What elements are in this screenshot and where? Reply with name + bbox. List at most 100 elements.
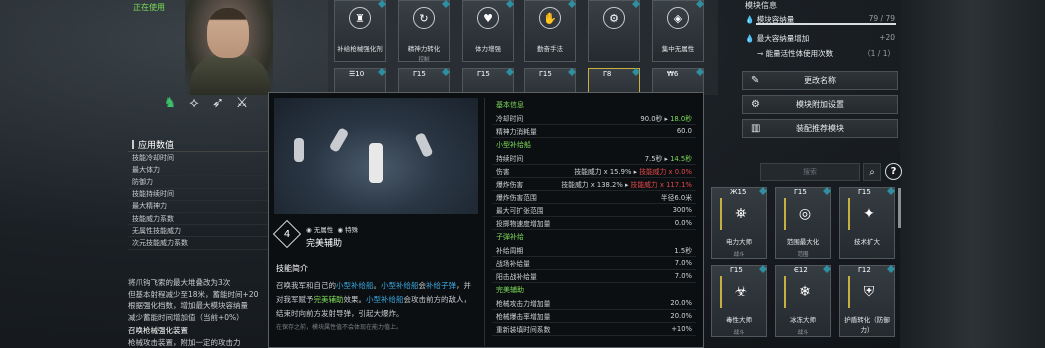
module-slot[interactable]: ⚙ [588, 0, 640, 62]
badge-icon-3[interactable]: ➶ [208, 93, 228, 113]
module-icon: ⚙ [603, 7, 625, 29]
scrollbar[interactable] [898, 188, 901, 228]
row-value: 技能威力 x 15.9% ▸ 技能威力 x 0.0% [574, 168, 692, 176]
module-tag: Γ8 [603, 70, 612, 78]
frost-icon: ❄ [784, 276, 824, 308]
module-label: 电力大师 [726, 238, 752, 246]
row-value: 7.5秒 ▸ 14.5秒 [644, 155, 692, 163]
row-label: 伤害 [496, 168, 510, 176]
inventory-module[interactable]: Є12 ❄ 冰冻大师 战斗 [775, 265, 831, 337]
skill-section-title: 技能简介 [276, 264, 308, 273]
row-value: 7.0% [674, 259, 692, 267]
row-label: 枪械爆击率增加量 [496, 313, 551, 321]
search-icon[interactable]: ⌕ [863, 163, 881, 181]
character-face [207, 8, 249, 58]
row-value: 0.0% [674, 219, 692, 227]
energy-row: ⊸ 能量活性体使用次数 （1 / 1） [745, 48, 895, 59]
help-icon[interactable]: ? [885, 163, 902, 180]
module-label: 补给枪械强化剂 [337, 45, 383, 53]
diamond-icon [506, 68, 514, 76]
diamond-icon [759, 265, 767, 273]
module-tag: Ж15 [730, 188, 747, 196]
diamond-icon [632, 68, 640, 76]
module-info-title: 模块信息 [745, 1, 777, 10]
rename-button[interactable]: ✎ 更改名称 [742, 71, 898, 90]
stat-row: 技能威力系数 [128, 213, 268, 226]
diamond-icon [887, 187, 895, 195]
attr-icon: ◉ [337, 226, 346, 234]
bars-icon: ▥ [751, 123, 761, 134]
stat-row: 最大体力 [128, 164, 268, 177]
diamond-icon [632, 0, 640, 8]
module-slot[interactable]: ◈ 集中无属性 [652, 0, 704, 62]
module-slot[interactable]: ♥ 体力增强 [462, 0, 514, 62]
table-section: 子弹补给 [496, 233, 524, 241]
module-label: 范围最大化 [786, 238, 820, 246]
diamond-icon [823, 187, 831, 195]
note-line: 枪械攻击装置，附加一定的攻击力 [128, 337, 241, 347]
increase-row: 💧 最大容纳量增加 +20 [745, 33, 895, 44]
recommend-modules-button[interactable]: ▥ 装配推荐模块 [742, 119, 898, 138]
module-tag: Γ12 [858, 266, 871, 274]
energy-icon: ⊸ 能量活性体使用次数 [757, 49, 834, 58]
row-label: 爆炸伤害范围 [496, 194, 537, 202]
tooltip-divider [484, 98, 485, 346]
inventory-module[interactable]: Γ15 ✦ 技术扩大 [839, 187, 895, 259]
module-tag: Γ15 [539, 70, 552, 78]
capacity-bar [756, 23, 896, 25]
inventory-module[interactable]: Γ15 ☣ 毒性大师 战斗 [711, 265, 767, 337]
table-row: 补给周期 1.5秒 [492, 244, 696, 257]
skill-attributes: ◉ 无属性 ◉ 特殊 [306, 224, 358, 234]
preview-figure [369, 143, 383, 183]
stats-panel: 应用数值 技能冷却时间 最大体力 防御力 技能持续时间 最大精神力 技能威力系数… [128, 138, 268, 250]
range-icon: ◎ [784, 198, 824, 230]
diamond-icon [378, 68, 386, 76]
module-sub: 战斗 [797, 330, 809, 336]
stat-row: 次元技能威力系数 [128, 237, 268, 250]
table-row: 投掷物速度增加量 0.0% [492, 217, 696, 230]
row-label: 冷却时间 [496, 115, 524, 123]
diamond-icon [506, 0, 514, 8]
module-label: 护盾转化（防御力） [844, 316, 890, 334]
shield-icon: ⛨ [848, 276, 888, 308]
module-tag: Γ15 [413, 70, 426, 78]
module-settings-button[interactable]: ⚙ 模块附加设置 [742, 95, 898, 114]
badge-icon-2[interactable]: ⟡ [184, 93, 204, 113]
table-row: 冷却时间 90.0秒 ▸ 18.0秒 [492, 112, 696, 125]
row-value: 20.0% [670, 312, 692, 320]
table-section: 基本信息 [496, 101, 524, 109]
module-icon: ♥ [477, 7, 499, 29]
inventory-module[interactable]: Γ12 ⛨ 护盾转化（防御力） [839, 265, 895, 337]
module-sub: 战斗 [733, 252, 745, 258]
table-row: 精神力消耗量 60.0 [492, 125, 696, 138]
diamond-icon [568, 0, 576, 8]
inventory-module[interactable]: Ж15 ⛯ 电力大师战斗 [711, 187, 767, 259]
row-value: 1.5秒 [674, 247, 692, 255]
gear-icon: ⚙ [751, 99, 760, 110]
row-label: 持续时间 [496, 155, 524, 163]
module-tag: Γ15 [730, 266, 743, 274]
badge-icon-4[interactable]: ⚔ [232, 93, 252, 113]
stat-row: 最大精神力 [128, 201, 268, 213]
attr-icon: ◉ [306, 226, 314, 234]
inventory-module[interactable]: Γ15 ◎ 范围最大化 范围 [775, 187, 831, 259]
preview-drone [414, 132, 434, 158]
badge-icon-1[interactable]: ♞ [160, 93, 180, 113]
row-value: 300% [672, 206, 692, 214]
energy-value: （1 / 1） [863, 49, 895, 58]
module-slot[interactable]: ♜ 补给枪械强化剂 [334, 0, 386, 62]
diamond-icon [696, 68, 704, 76]
row-value: 20.0% [670, 299, 692, 307]
module-slot[interactable]: ✋ 勤奋手法 [524, 0, 576, 62]
module-icon: ✋ [539, 7, 561, 29]
tech-icon: ✦ [848, 198, 888, 230]
electric-icon: ⛯ [720, 198, 760, 230]
skill-stats-table: 基本信息 冷却时间 90.0秒 ▸ 18.0秒 精神力消耗量 60.0 小型补给船 持续时间… [492, 98, 696, 336]
row-value: 半径6.0米 [660, 194, 692, 202]
table-row: 爆炸伤害 技能威力 x 138.2% ▸ 技能威力 x 117.1% [492, 178, 696, 191]
module-slot[interactable]: ↻ 精神力转化 控制 [398, 0, 450, 63]
table-section: 完美辅助 [496, 286, 524, 294]
search-input[interactable]: 搜索 [760, 163, 860, 181]
increase-value: +20 [879, 33, 895, 42]
module-tag: Γ15 [477, 70, 490, 78]
